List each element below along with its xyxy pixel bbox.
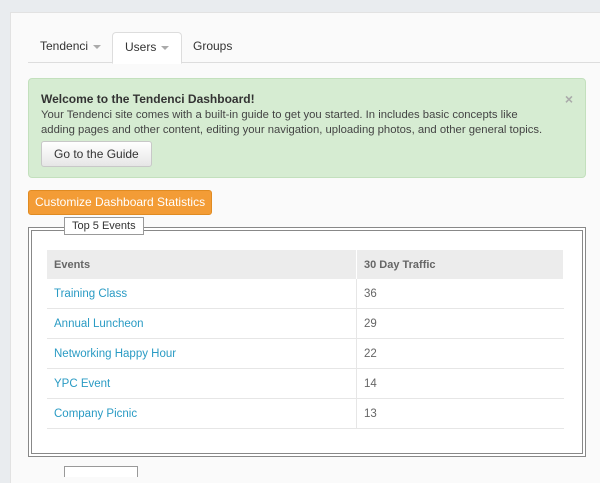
chevron-down-icon [93,44,102,49]
table-row: Training Class 36 [47,279,564,309]
top-events-table: Events 30 Day Traffic Training Class 36 … [47,250,564,429]
alert-title: Welcome to the Tendenci Dashboard! [41,92,255,106]
traffic-value: 13 [356,398,564,429]
customize-dashboard-statistics-button[interactable]: Customize Dashboard Statistics [28,190,213,215]
tab-groups[interactable]: Groups [181,32,244,61]
tab-tendenci[interactable]: Tendenci [28,32,113,61]
top-events-panel: Top 5 Events Events 30 Day Traffic Train… [28,217,586,457]
event-link[interactable]: Annual Luncheon [54,318,144,330]
traffic-value: 36 [356,279,564,309]
chevron-down-icon [161,45,170,50]
tab-tendenci-label: Tendenci [40,39,89,53]
next-panel-label [64,466,138,477]
traffic-value: 29 [356,308,564,339]
tab-groups-label: Groups [193,39,233,53]
table-row: Company Picnic 13 [47,398,564,429]
traffic-value: 14 [356,368,564,399]
traffic-column-header: 30 Day Traffic [356,250,564,279]
welcome-alert: Welcome to the Tendenci Dashboard! Your … [28,78,586,178]
dashboard-tabs: Tendenci Users Groups [28,32,600,64]
event-link[interactable]: Training Class [54,288,127,300]
table-header-row: Events 30 Day Traffic [47,250,564,279]
tab-users-label: Users [125,40,157,54]
table-row: Networking Happy Hour 22 [47,338,564,369]
alert-body: Your Tendenci site comes with a built-in… [41,109,543,136]
go-to-guide-button[interactable]: Go to the Guide [41,141,152,167]
table-row: Annual Luncheon 29 [47,308,564,339]
close-icon[interactable]: × [565,91,573,107]
traffic-value: 22 [356,338,564,369]
event-link[interactable]: Networking Happy Hour [54,348,176,360]
top-events-label: Top 5 Events [64,217,144,235]
event-link[interactable]: YPC Event [54,378,110,390]
table-row: YPC Event 14 [47,368,564,399]
event-link[interactable]: Company Picnic [54,408,137,420]
events-column-header: Events [47,250,357,279]
tab-users[interactable]: Users [112,32,183,64]
